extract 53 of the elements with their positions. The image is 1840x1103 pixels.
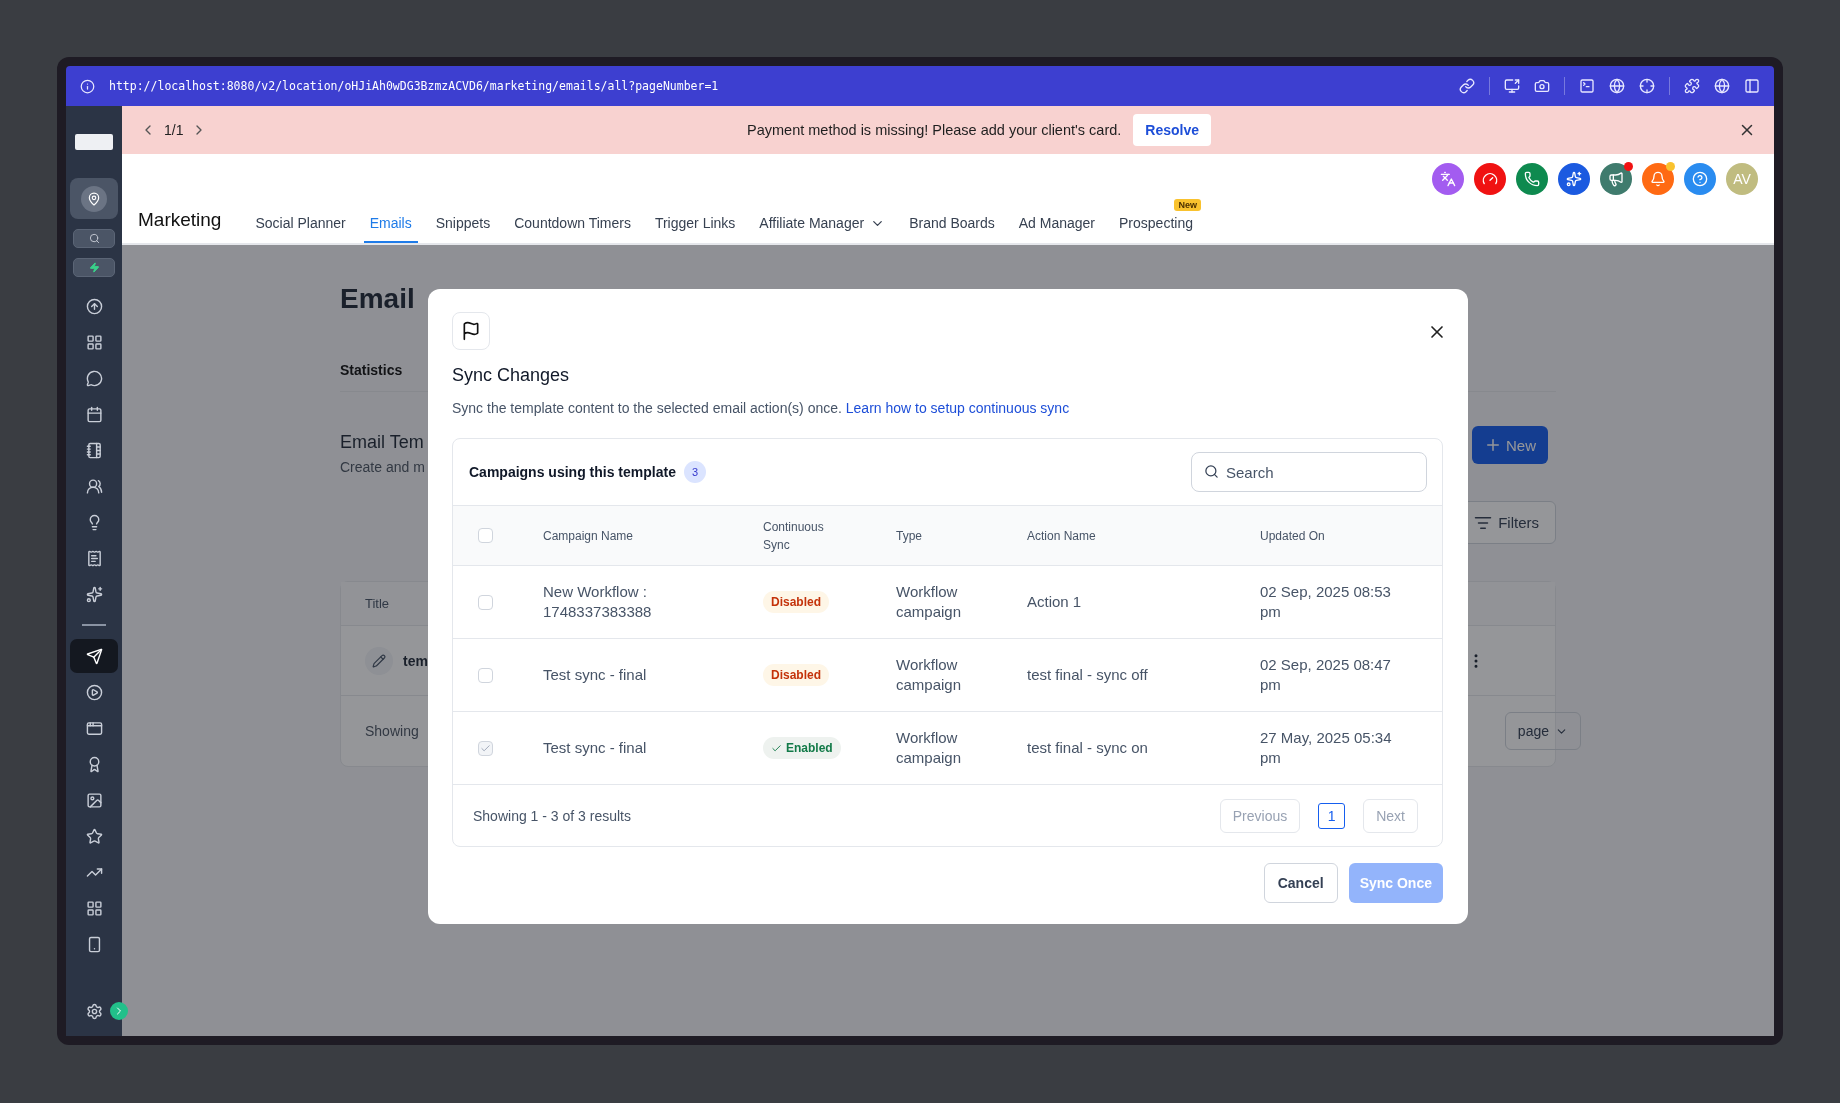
updated-date: 27 May, 2025 05:34 pm (1260, 728, 1393, 768)
new-button[interactable]: New (1472, 426, 1548, 464)
template-name: tem (403, 652, 428, 669)
results-text: Showing (365, 723, 419, 739)
campaign-name: Test sync - final (543, 665, 648, 685)
action-name: test final - sync on (1027, 738, 1149, 758)
column-header: Type (896, 527, 923, 545)
nav-tab[interactable]: Social Planner (249, 215, 352, 243)
action-name: Action 1 (1027, 592, 1083, 612)
campaign-type: Workflow campaign (896, 582, 963, 622)
pager-count: 1/1 (164, 122, 184, 138)
column-header: Updated On (1260, 527, 1326, 545)
column-header: Campaign Name (543, 527, 635, 545)
results-summary: Showing 1 - 3 of 3 results (473, 807, 631, 824)
nav-tab[interactable]: Ad Manager (1012, 215, 1102, 243)
cancel-button[interactable]: Cancel (1263, 863, 1338, 903)
banner-message: Payment method is missing! Please add your client's card. (747, 122, 1122, 138)
count-badge: 3 (683, 461, 706, 483)
page-tab[interactable]: Statistics (340, 362, 403, 378)
nav-tab[interactable]: Trigger Links (648, 215, 742, 243)
nav-tab[interactable]: Prospecting (1113, 215, 1199, 243)
page-button[interactable]: 1 (1318, 802, 1346, 829)
campaign-name: New Workflow : 1748337383388 (543, 582, 653, 622)
action-name: test final - sync off (1027, 665, 1149, 685)
updated-date: 02 Sep, 2025 08:47 pm (1260, 655, 1392, 695)
column-header: Continuous Sync (763, 518, 825, 554)
per-page-select[interactable]: page (1504, 712, 1581, 750)
new-badge: New (1174, 199, 1201, 211)
dialog-title: Sync Changes (452, 365, 571, 386)
updated-date: 02 Sep, 2025 08:53 pm (1260, 582, 1392, 622)
url-text: http://localhost:8080/v2/location/oHJiAh0wDG3BzmzACVD6/marketing/emails/all?pageNumber=1 (109, 79, 720, 93)
status-badge: Disabled (763, 664, 829, 686)
column-header: Title (365, 596, 390, 611)
card-title: Campaigns using this template (469, 464, 676, 480)
help-link[interactable]: Learn how to setup continuous sync (845, 400, 1070, 416)
campaign-type: Workflow campaign (896, 728, 963, 768)
dialog-description: Sync the template content to the selected email action(s) once. Learn how to setup continuous sync (452, 400, 1071, 416)
search-field[interactable]: Search (1191, 452, 1427, 492)
column-header: Action Name (1027, 527, 1097, 545)
section-heading: Email Tem (340, 432, 425, 453)
campaign-type: Workflow campaign (896, 655, 963, 695)
status-badge: Enabled (763, 737, 841, 759)
section-title: Marketing (138, 209, 222, 232)
nav-tab[interactable]: Emails (363, 215, 418, 243)
campaign-name: Test sync - final (543, 738, 648, 758)
status-badge: Disabled (763, 591, 829, 613)
resolve-button[interactable]: Resolve (1133, 114, 1211, 146)
nav-tab[interactable]: Countdown Timers (508, 215, 637, 243)
page-title: Email (340, 283, 416, 315)
nav-tab[interactable]: Snippets (429, 215, 497, 243)
section-subtitle: Create and m (340, 459, 425, 475)
nav-tab[interactable]: Affiliate Manager (753, 215, 892, 243)
nav-tab[interactable]: Brand Boards (903, 215, 1001, 243)
